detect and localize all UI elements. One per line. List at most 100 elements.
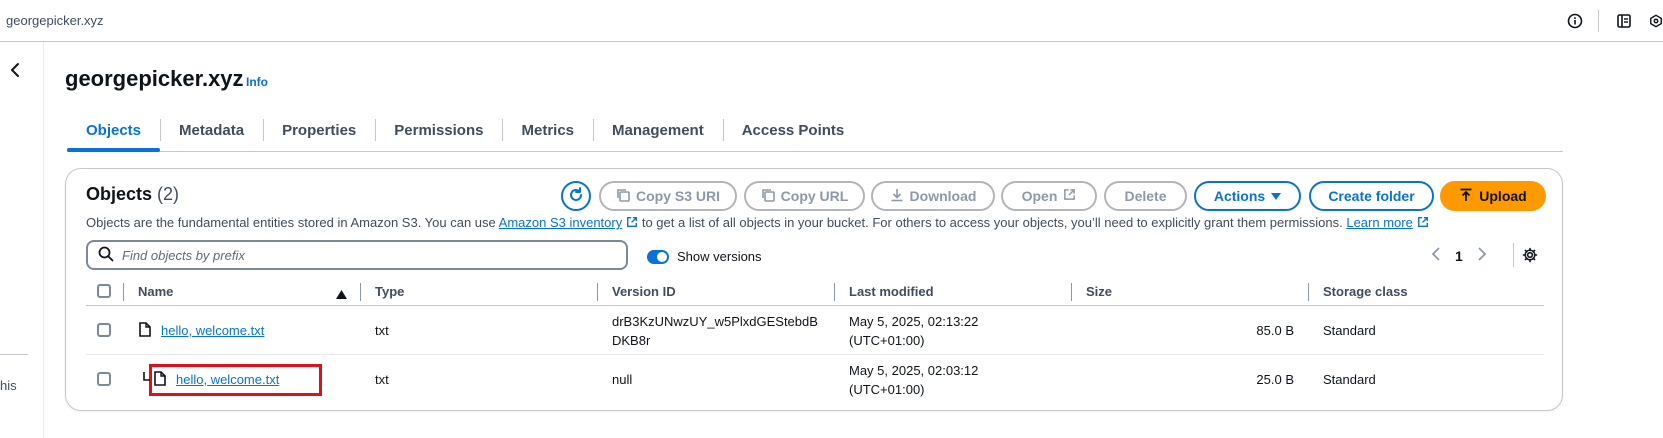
show-versions-control[interactable]: Show versions bbox=[647, 249, 762, 264]
actions-button[interactable]: Actions bbox=[1194, 181, 1301, 211]
objects-panel: Objects (2) Copy S3 URI Copy URL Downloa… bbox=[65, 168, 1563, 411]
tab-bar: Objects Metadata Properties Permissions … bbox=[67, 110, 1563, 152]
upload-button[interactable]: Upload bbox=[1440, 181, 1546, 211]
version-id-line-2: DKB8r bbox=[612, 333, 651, 348]
table-row: hello, welcome.txt txt drB3KzUNwzUY_w5Pl… bbox=[86, 307, 1544, 355]
column-divider bbox=[834, 283, 835, 301]
create-folder-label: Create folder bbox=[1328, 188, 1415, 204]
select-all-checkbox[interactable] bbox=[97, 284, 111, 298]
refresh-button[interactable] bbox=[561, 181, 591, 211]
column-header-size[interactable]: Size bbox=[1086, 284, 1112, 299]
row-checkbox[interactable] bbox=[97, 323, 111, 337]
object-type: txt bbox=[375, 372, 389, 387]
object-type: txt bbox=[375, 323, 389, 338]
version-id: drB3KzUNwzUY_w5PlxdGEStebdB DKB8r bbox=[612, 312, 818, 350]
version-id-line-1: drB3KzUNwzUY_w5PlxdGEStebdB bbox=[612, 314, 818, 329]
table-header: Name Type Version ID Last modified Size … bbox=[86, 278, 1544, 306]
column-header-type[interactable]: Type bbox=[375, 284, 404, 299]
delete-button[interactable]: Delete bbox=[1104, 181, 1187, 211]
storage-class: Standard bbox=[1323, 372, 1376, 387]
object-count: (2) bbox=[157, 184, 180, 204]
last-modified-timezone: (UTC+01:00) bbox=[849, 382, 925, 397]
download-button[interactable]: Download bbox=[871, 181, 995, 211]
info-link[interactable]: Info bbox=[246, 75, 268, 89]
download-label: Download bbox=[909, 188, 977, 204]
tab-permissions[interactable]: Permissions bbox=[375, 110, 502, 150]
notifications-icon[interactable] bbox=[1613, 10, 1635, 32]
chevron-left-icon[interactable] bbox=[1431, 247, 1441, 264]
storage-class: Standard bbox=[1323, 323, 1376, 338]
s3-inventory-link[interactable]: Amazon S3 inventory bbox=[499, 215, 623, 230]
tab-management[interactable]: Management bbox=[593, 110, 723, 150]
info-circle-icon[interactable] bbox=[1564, 10, 1586, 32]
page-title: georgepicker.xyz bbox=[65, 66, 244, 91]
column-header-last-modified[interactable]: Last modified bbox=[849, 284, 934, 299]
last-modified-date: May 5, 2025, 02:03:12 bbox=[849, 363, 979, 378]
settings-hex-icon[interactable] bbox=[1649, 10, 1663, 32]
column-divider bbox=[360, 283, 361, 301]
copy-url-button[interactable]: Copy URL bbox=[744, 181, 865, 211]
column-header-storage-class[interactable]: Storage class bbox=[1323, 284, 1408, 299]
gear-icon[interactable] bbox=[1522, 247, 1538, 266]
column-header-name[interactable]: Name bbox=[138, 284, 173, 299]
last-modified-timezone: (UTC+01:00) bbox=[849, 333, 925, 348]
column-divider bbox=[1308, 283, 1309, 301]
tab-objects[interactable]: Objects bbox=[67, 110, 161, 152]
external-link-icon bbox=[1063, 188, 1076, 204]
divider bbox=[0, 354, 28, 355]
chevron-right-icon[interactable] bbox=[1477, 247, 1487, 264]
show-versions-toggle[interactable] bbox=[647, 249, 669, 264]
actions-label: Actions bbox=[1213, 188, 1266, 204]
open-button[interactable]: Open bbox=[1001, 181, 1097, 211]
learn-more-link[interactable]: Learn more bbox=[1346, 215, 1412, 230]
last-modified: May 5, 2025, 02:03:12 (UTC+01:00) bbox=[849, 361, 978, 399]
object-name-link[interactable]: hello, welcome.txt bbox=[176, 372, 279, 387]
last-modified: May 5, 2025, 02:13:22 (UTC+01:00) bbox=[849, 312, 978, 350]
page-number[interactable]: 1 bbox=[1455, 248, 1463, 264]
column-divider bbox=[597, 283, 598, 301]
object-size: 25.0 B bbox=[1256, 372, 1294, 387]
description-text-1: Objects are the fundamental entities sto… bbox=[86, 215, 499, 230]
delete-label: Delete bbox=[1124, 188, 1167, 204]
panel-description: Objects are the fundamental entities sto… bbox=[86, 215, 1429, 231]
copy-url-label: Copy URL bbox=[780, 188, 849, 204]
tab-metadata[interactable]: Metadata bbox=[160, 110, 263, 150]
file-icon bbox=[154, 371, 166, 389]
upload-icon bbox=[1459, 188, 1473, 205]
download-icon bbox=[890, 188, 904, 205]
tab-metrics[interactable]: Metrics bbox=[502, 110, 593, 150]
search-input[interactable] bbox=[122, 247, 602, 263]
caret-down-icon bbox=[1271, 188, 1282, 204]
copy-s3-uri-label: Copy S3 URI bbox=[635, 188, 720, 204]
pagination: 1 bbox=[1431, 247, 1487, 264]
search-icon bbox=[98, 246, 114, 265]
column-divider bbox=[1071, 283, 1072, 301]
create-folder-button[interactable]: Create folder bbox=[1309, 181, 1434, 211]
chevron-left-icon[interactable] bbox=[6, 60, 26, 80]
column-header-version-id[interactable]: Version ID bbox=[612, 284, 676, 299]
clipped-nav-text: his bbox=[0, 378, 17, 393]
panel-title: Objects (2) bbox=[86, 184, 179, 205]
file-icon bbox=[139, 322, 151, 340]
last-modified-date: May 5, 2025, 02:13:22 bbox=[849, 314, 979, 329]
divider bbox=[1513, 243, 1514, 267]
version-id: null bbox=[612, 372, 633, 387]
panel-title-text: Objects bbox=[86, 184, 153, 204]
row-checkbox[interactable] bbox=[97, 372, 111, 386]
tab-access-points[interactable]: Access Points bbox=[722, 110, 864, 150]
description-text-2: to get a list of all objects in your buc… bbox=[638, 215, 1347, 230]
divider bbox=[1598, 10, 1599, 32]
side-navigation-rail: his bbox=[0, 42, 44, 438]
tab-properties[interactable]: Properties bbox=[263, 110, 375, 150]
show-versions-label: Show versions bbox=[677, 249, 762, 264]
object-name-link[interactable]: hello, welcome.txt bbox=[161, 323, 264, 338]
column-divider bbox=[123, 283, 124, 301]
external-link-icon bbox=[1417, 216, 1429, 231]
sort-ascending-icon[interactable] bbox=[336, 286, 347, 302]
copy-s3-uri-button[interactable]: Copy S3 URI bbox=[599, 181, 737, 211]
bucket-breadcrumb[interactable]: georgepicker.xyz bbox=[6, 13, 104, 28]
copy-icon bbox=[616, 188, 630, 205]
search-field[interactable] bbox=[86, 240, 628, 270]
external-link-icon bbox=[626, 216, 638, 231]
open-label: Open bbox=[1021, 188, 1058, 204]
